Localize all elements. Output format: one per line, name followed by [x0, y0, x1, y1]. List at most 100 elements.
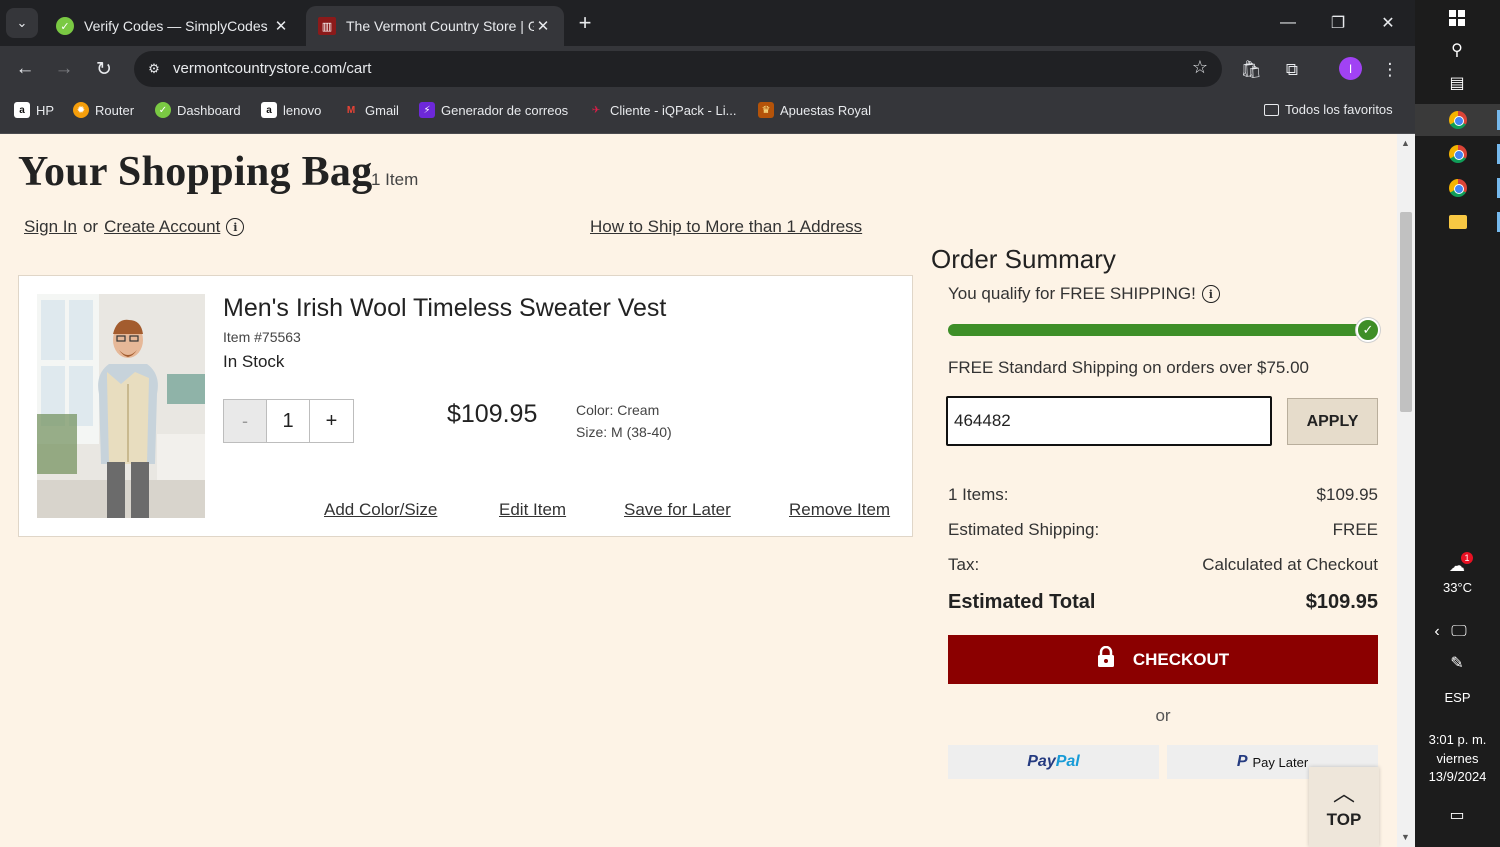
bookmarks-bar: a HP ✹ Router ✓ Dashboard a lenovo M Gma…: [0, 92, 1415, 134]
paypal-button[interactable]: Pay Pal: [948, 745, 1159, 779]
bookmark-router[interactable]: ✹ Router: [73, 102, 134, 118]
clock-date: 13/9/2024: [1428, 769, 1487, 784]
search-icon[interactable]: ⚲: [1445, 38, 1469, 62]
minimize-button[interactable]: —: [1265, 8, 1311, 38]
plus-icon: +: [578, 10, 592, 35]
bookmark-label: Gmail: [365, 102, 399, 118]
tab-vermont-store[interactable]: ▥ The Vermont Country Store | Ge ✕: [306, 6, 564, 46]
sign-in-link[interactable]: Sign In: [24, 217, 77, 237]
chevron-left-icon[interactable]: ‹: [1425, 620, 1449, 644]
tab-search-button[interactable]: ⌄: [6, 8, 38, 38]
lock-icon: [1097, 645, 1115, 673]
taskbar-chrome-3[interactable]: [1415, 172, 1500, 204]
taskbar-chrome-2[interactable]: [1415, 138, 1500, 170]
display-icon[interactable]: 🖵: [1447, 620, 1471, 644]
item-count: 1 Item: [371, 170, 419, 189]
more-menu-icon[interactable]: ⋮: [1377, 57, 1403, 83]
new-tab-button[interactable]: +: [572, 10, 598, 36]
scroll-up-icon[interactable]: ▲: [1401, 138, 1410, 148]
quantity-field[interactable]: 1: [267, 400, 310, 442]
promo-code-input[interactable]: [946, 396, 1272, 446]
arrow-left-icon: ←: [15, 58, 35, 79]
close-tab-icon[interactable]: ✕: [534, 17, 552, 35]
bookmark-generador[interactable]: ⚡ Generador de correos: [419, 102, 568, 118]
forward-button[interactable]: →: [49, 54, 79, 84]
all-bookmarks-folder[interactable]: Todos los favoritos: [1264, 102, 1393, 117]
quantity-stepper: - 1 +: [223, 399, 354, 443]
chevron-down-icon: ⌄: [16, 15, 28, 30]
shipping-label: Estimated Shipping:: [948, 520, 1100, 539]
account-links: Sign In or Create Account i: [24, 217, 245, 237]
address-bar[interactable]: ⚙ vermontcountrystore.com/cart ☆: [134, 51, 1222, 87]
extensions-puzzle-icon[interactable]: ⧉: [1279, 57, 1305, 83]
total-value: $109.95: [1305, 591, 1378, 613]
simplycodes-icon: ✓: [155, 102, 171, 118]
info-icon[interactable]: i: [1201, 285, 1220, 303]
save-for-later-link[interactable]: Save for Later: [624, 500, 731, 520]
tab-simplycodes[interactable]: ✓ Verify Codes — SimplyCodes ✕: [44, 6, 302, 46]
chrome-icon: [1448, 145, 1467, 163]
product-color: Color: Cream: [576, 402, 660, 418]
shipping-value: FREE: [1332, 520, 1378, 539]
items-label: 1 Items:: [948, 485, 1009, 504]
profile-avatar[interactable]: I: [1339, 57, 1362, 80]
remove-item-link[interactable]: Remove Item: [789, 500, 890, 520]
restore-button[interactable]: ❐: [1315, 8, 1361, 38]
chevron-up-icon: ︿: [1332, 781, 1355, 806]
apply-button[interactable]: APPLY: [1287, 398, 1378, 445]
edit-item-link[interactable]: Edit Item: [499, 500, 566, 520]
pen-icon[interactable]: ✎: [1445, 651, 1469, 675]
or-divider: or: [1155, 706, 1171, 725]
ship-multiple-link[interactable]: How to Ship to More than 1 Address: [590, 217, 862, 237]
free-shipping-message: You qualify for FREE SHIPPING! i: [948, 284, 1220, 304]
close-window-button[interactable]: ✕: [1365, 8, 1411, 38]
taskbar-chrome-1[interactable]: [1415, 104, 1500, 136]
product-name[interactable]: Men's Irish Wool Timeless Sweater Vest: [223, 294, 666, 323]
bookmark-apuestas[interactable]: ♛ Apuestas Royal: [758, 102, 871, 118]
tax-row: Tax: Calculated at Checkout: [948, 555, 1378, 575]
checkout-button[interactable]: CHECKOUT: [948, 635, 1378, 684]
scroll-down-icon[interactable]: ▼: [1401, 832, 1410, 842]
checkout-label: CHECKOUT: [1132, 649, 1230, 669]
back-button[interactable]: ←: [10, 54, 40, 84]
bookmark-iqpack[interactable]: ✈ Cliente - iQPack - Li...: [588, 102, 737, 118]
reload-button[interactable]: ↻: [89, 54, 119, 84]
extension-store-icon[interactable]: 🛍: [1238, 57, 1264, 83]
free-shipping-threshold: FREE Standard Shipping on orders over $7…: [948, 358, 1310, 377]
bookmark-lenovo[interactable]: a lenovo: [261, 102, 321, 118]
clock-time[interactable]: 3:01 p. m.: [1415, 732, 1500, 747]
language-indicator[interactable]: ESP: [1415, 690, 1500, 705]
scroll-thumb[interactable]: [1400, 212, 1412, 412]
site-info-icon[interactable]: ⚙: [142, 57, 166, 81]
add-color-size-link[interactable]: Add Color/Size: [324, 500, 437, 520]
router-icon: ✹: [73, 102, 89, 118]
page-scrollbar[interactable]: ▲ ▼: [1397, 134, 1415, 847]
paypal-p-icon: P: [1236, 753, 1248, 770]
taskbar-file-explorer[interactable]: [1415, 206, 1500, 238]
windows-start-icon[interactable]: [1445, 6, 1469, 30]
task-view-icon[interactable]: ▤: [1445, 71, 1469, 95]
bookmark-dashboard[interactable]: ✓ Dashboard: [155, 102, 241, 118]
url-text: vermontcountrystore.com/cart: [173, 60, 372, 77]
gmail-icon: M: [346, 104, 356, 116]
reload-icon: ↻: [96, 58, 112, 80]
increase-quantity-button[interactable]: +: [310, 400, 353, 442]
bookmark-hp[interactable]: a HP: [14, 102, 54, 118]
product-price: $109.95: [447, 400, 538, 428]
decrease-quantity-button[interactable]: -: [224, 400, 267, 442]
total-row: Estimated Total $109.95: [948, 591, 1378, 614]
bookmark-label: Generador de correos: [441, 102, 569, 118]
free-shipping-progress: ✓: [948, 318, 1380, 342]
cart-item: Men's Irish Wool Timeless Sweater Vest I…: [18, 275, 913, 537]
back-to-top-button[interactable]: ︿ TOP: [1309, 767, 1379, 847]
bookmark-gmail[interactable]: M Gmail: [343, 102, 399, 118]
close-tab-icon[interactable]: ✕: [272, 17, 290, 35]
page-title: Your Shopping Bag: [18, 149, 373, 195]
notifications-icon[interactable]: ▭: [1445, 803, 1469, 827]
minimize-icon: —: [1280, 14, 1296, 31]
create-account-link[interactable]: Create Account: [104, 217, 220, 237]
bookmark-star-icon[interactable]: ☆: [1192, 57, 1208, 78]
product-image[interactable]: [37, 294, 205, 518]
bookmark-label: Todos los favoritos: [1285, 102, 1393, 117]
info-icon[interactable]: i: [226, 218, 245, 236]
